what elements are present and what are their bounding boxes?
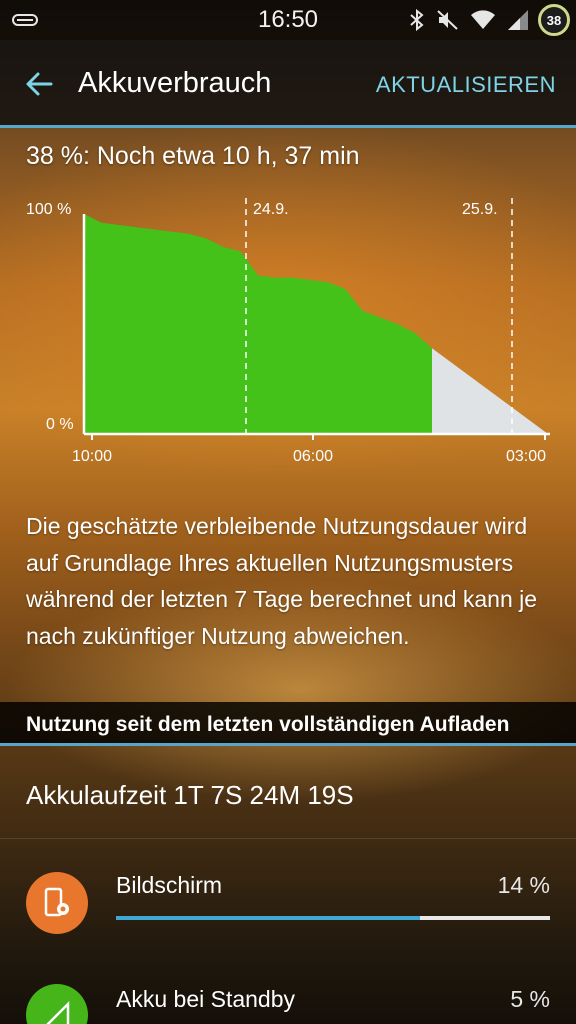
battery-used-area xyxy=(84,214,432,434)
battery-chart: 100 % 0 % 24.9. 25.9. 10:00 06:00 03:00 xyxy=(26,198,550,465)
usage-item-percent: 5 % xyxy=(510,986,550,1012)
usage-item-label: Bildschirm xyxy=(116,872,223,898)
status-bar: 16:50 38 xyxy=(0,0,576,40)
standby-signal-icon xyxy=(26,984,88,1024)
bluetooth-icon xyxy=(408,8,426,32)
divider xyxy=(0,838,576,839)
battery-uptime: Akkulaufzeit 1T 7S 24M 19S xyxy=(26,780,354,810)
usage-progress-bar xyxy=(116,916,550,920)
signal-icon xyxy=(506,8,530,32)
remaining-estimate: 38 %: Noch etwa 10 h, 37 min xyxy=(26,142,360,170)
battery-level-badge: 38 xyxy=(538,4,570,36)
date-marker-label: 24.9. xyxy=(253,201,289,218)
page-title: Akkuverbrauch xyxy=(78,67,272,99)
battery-predicted-area xyxy=(432,348,548,434)
refresh-button[interactable]: AKTUALISIEREN xyxy=(376,72,556,98)
section-header: Nutzung seit dem letzten vollständigen A… xyxy=(0,702,576,746)
estimate-info-text: Die geschätzte verbleibende Nutzungsdaue… xyxy=(26,513,538,649)
x-tick-label: 03:00 xyxy=(506,448,546,465)
date-marker-label: 25.9. xyxy=(462,201,498,218)
section-header-label: Nutzung seit dem letzten vollständigen A… xyxy=(26,713,510,736)
x-tick-label: 10:00 xyxy=(72,448,112,465)
x-tick-label: 06:00 xyxy=(293,448,333,465)
usage-progress-fill xyxy=(116,916,420,920)
wifi-icon xyxy=(470,8,496,32)
usage-item-standby[interactable]: Akku bei Standby 5 % xyxy=(0,962,576,1024)
back-arrow-icon[interactable] xyxy=(24,69,54,99)
y-tick-label: 100 % xyxy=(26,201,71,218)
usage-item-label: Akku bei Standby xyxy=(116,986,296,1012)
usage-item-percent: 14 % xyxy=(497,872,550,898)
screen-settings-icon xyxy=(26,872,88,934)
status-icons xyxy=(408,8,530,32)
y-tick-label: 0 % xyxy=(46,416,74,433)
app-bar: Akkuverbrauch AKTUALISIEREN xyxy=(0,40,576,128)
mute-icon xyxy=(436,8,460,32)
usage-item-screen[interactable]: Bildschirm 14 % xyxy=(0,848,576,958)
